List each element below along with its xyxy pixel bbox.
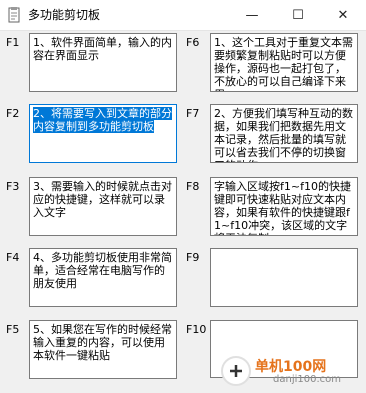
clip-text-f5[interactable]: 5、如果您在写作的时候经常输入重复的内容，可以使用本软件一键粘贴 bbox=[29, 320, 177, 379]
maximize-icon: ☐ bbox=[292, 7, 304, 23]
watermark-url: danji100.com bbox=[273, 374, 341, 385]
clip-text-f9[interactable] bbox=[210, 248, 358, 307]
maximize-button[interactable]: ☐ bbox=[275, 0, 321, 30]
hotkey-label-f10: F10 bbox=[186, 323, 207, 336]
clip-text-f2[interactable]: 2、将需要写入到文章的部分内容复制到多功能剪切板 bbox=[29, 104, 177, 163]
watermark-title: 单机100网 bbox=[255, 359, 327, 375]
window-title: 多功能剪切板 bbox=[28, 8, 101, 22]
clip-text-f6[interactable]: 1、这个工具对于重复文本需要频繁复制粘贴时可以方便操作，源码也一起打包了，不放心… bbox=[210, 33, 358, 92]
hotkey-label-f6: F6 bbox=[186, 36, 200, 49]
hotkey-label-f7: F7 bbox=[186, 107, 200, 120]
title-bar[interactable]: 多功能剪切板 — ☐ ✕ bbox=[0, 0, 366, 31]
hotkey-label-f8: F8 bbox=[186, 180, 200, 193]
hotkey-label-f3: F3 bbox=[6, 180, 20, 193]
hotkey-label-f9: F9 bbox=[186, 251, 200, 264]
selected-text: 2、将需要写入到文章的部分内容复制到多功能剪切板 bbox=[33, 107, 172, 133]
clip-text-f1[interactable]: 1、软件界面简单，输入的内容在界面显示 bbox=[29, 33, 177, 92]
hotkey-label-f5: F5 bbox=[6, 323, 20, 336]
clip-text-f8[interactable]: 字输入区域按f1~f10的快捷键即可快速粘贴对应文本内容，如果有软件的快捷键跟f… bbox=[210, 177, 358, 236]
close-icon: ✕ bbox=[337, 7, 349, 23]
minimize-button[interactable]: — bbox=[229, 0, 275, 30]
clip-text-f4[interactable]: 4、多功能剪切板使用非常简单，适合经常在电脑写作的朋友使用 bbox=[29, 248, 177, 307]
clip-text-f3[interactable]: 3、需要输入的时候就点击对应的快捷键，这样就可以录入文字 bbox=[29, 177, 177, 236]
clip-text-f7[interactable]: 2、方便我们填写种互动的数据，如果我们把数据先用文本记录，然后批量的填写就可以省… bbox=[210, 104, 358, 163]
hotkey-label-f2: F2 bbox=[6, 107, 20, 120]
minimize-icon: — bbox=[245, 7, 259, 23]
watermark-logo-icon bbox=[221, 356, 251, 386]
app-icon bbox=[8, 7, 20, 23]
close-button[interactable]: ✕ bbox=[320, 0, 366, 30]
watermark: 单机100网 danji100.com bbox=[215, 350, 365, 393]
hotkey-label-f1: F1 bbox=[6, 36, 20, 49]
hotkey-label-f4: F4 bbox=[6, 251, 20, 264]
